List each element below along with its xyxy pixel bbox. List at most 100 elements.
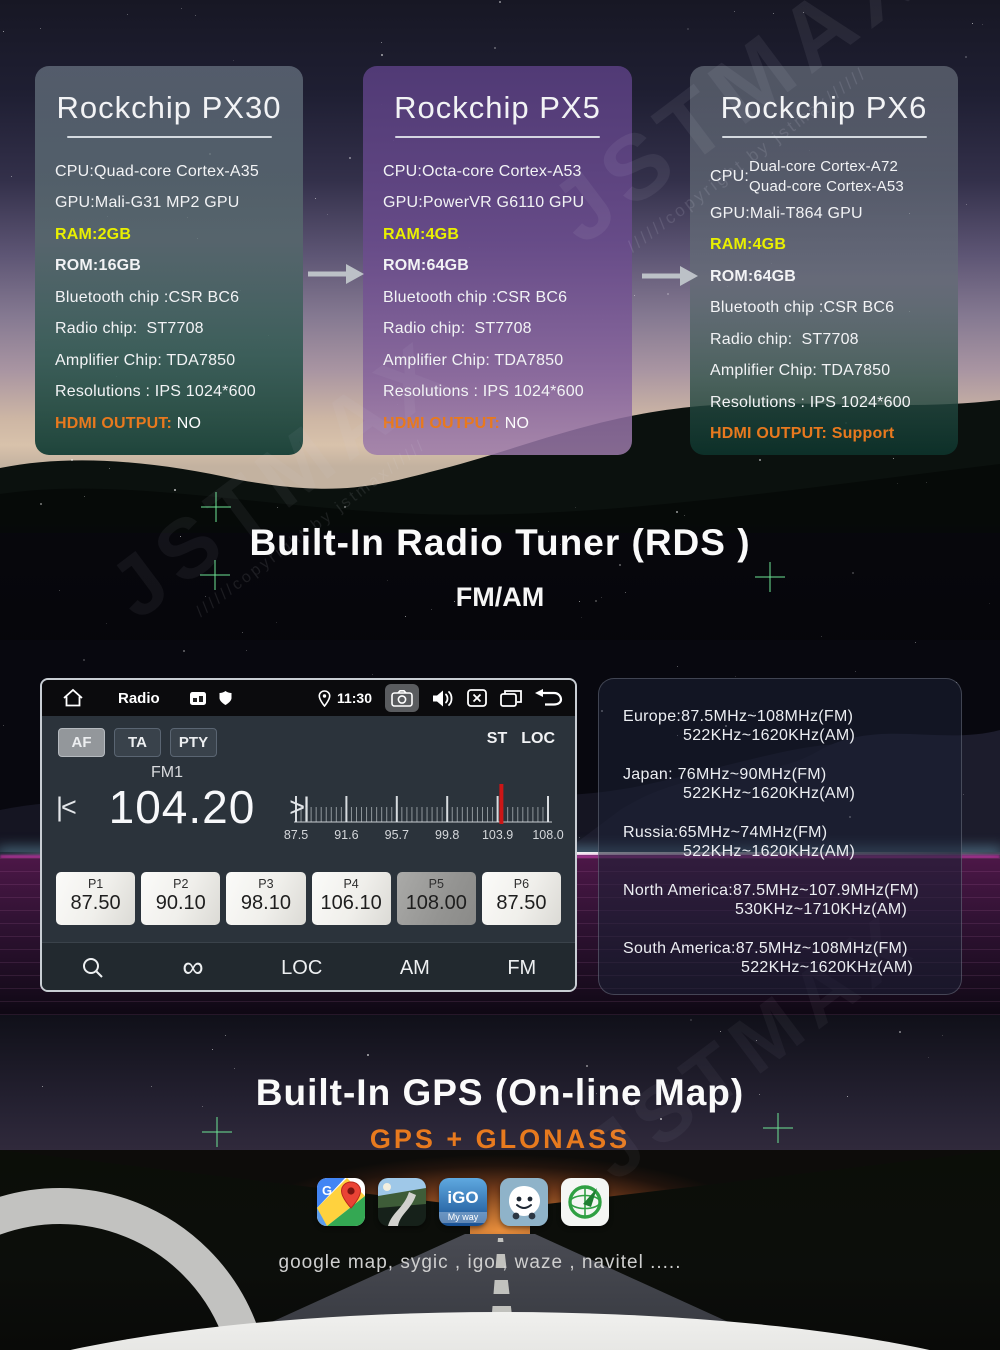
star (734, 11, 735, 12)
spec-label: Radio chip: (710, 331, 792, 349)
spec-value: 2GB (98, 226, 132, 244)
close-window-icon[interactable] (467, 689, 487, 707)
spec-label: Resolutions : (55, 383, 150, 401)
spec-label: ROM: (55, 257, 98, 275)
star (899, 1031, 901, 1033)
title-underline (67, 136, 272, 138)
spec-row: Radio chip: ST7708 (710, 324, 938, 356)
spec-label: Amplifier Chip: (55, 352, 162, 370)
region-fm-line: Europe:87.5MHz~108MHz(FM) (623, 707, 951, 726)
spec-row: Bluetooth chip : CSR BC6 (55, 282, 283, 314)
seek-down-button[interactable]: |< (56, 792, 75, 823)
preset-button-p3[interactable]: P3 98.10 (226, 872, 305, 925)
spec-value: 64GB (753, 268, 796, 286)
clock: 11:30 (337, 690, 372, 706)
spec-value: IPS 1024*600 (150, 383, 256, 401)
pty-button[interactable]: PTY (170, 728, 217, 757)
igo-icon[interactable]: iGO My way (439, 1178, 487, 1226)
arrow-right-icon (308, 264, 364, 284)
camera-icon[interactable] (385, 684, 419, 712)
spec-value: ST7708 (792, 331, 859, 349)
preset-frequency: 87.50 (482, 892, 561, 915)
region-am-line: 530KHz~1710KHz(AM) (735, 900, 951, 919)
am-button[interactable]: AM (400, 957, 430, 980)
waze-icon[interactable] (500, 1178, 548, 1226)
recent-apps-icon[interactable] (500, 689, 522, 707)
fm-button[interactable]: FM (507, 957, 536, 980)
spec-label: Radio chip: (55, 320, 137, 338)
spec-value: NO (172, 415, 201, 433)
star (372, 674, 373, 675)
chip-card-px6: Rockchip PX6 CPU: Dual-core Cortex-A72 Quad… (690, 66, 958, 455)
band-region: Japan: 76MHz~90MHz(FM) 522KHz~1620KHz(AM) (623, 765, 951, 803)
scale-tick-label: 99.8 (435, 828, 459, 842)
spec-value: 4GB (753, 236, 787, 254)
preset-frequency: 106.10 (312, 892, 391, 915)
preset-frequency: 87.50 (56, 892, 135, 915)
spec-row: ROM: 16GB (55, 251, 283, 283)
star (852, 572, 854, 574)
spec-label: Resolutions : (710, 394, 805, 412)
frequency-scale[interactable]: 87.5 91.6 95.7 99.8 103.9 108.0 (290, 778, 556, 844)
star (773, 13, 774, 14)
chip-title: Rockchip PX5 (383, 90, 612, 126)
spec-label: CPU: (383, 163, 422, 181)
radio-head-unit-screen: Radio 11:30 AF TA PTY ST LOC FM1 |< 104.… (40, 678, 577, 992)
spec-label: HDMI OUTPUT: (383, 415, 500, 433)
back-icon[interactable] (535, 689, 563, 707)
scale-tick-label: 103.9 (482, 828, 513, 842)
home-icon[interactable] (62, 688, 84, 708)
star (84, 496, 85, 497)
navitel-icon[interactable] (561, 1178, 609, 1226)
spec-label: ROM: (383, 257, 426, 275)
spec-label: HDMI OUTPUT: (55, 415, 172, 433)
stereo-indicator: ST (487, 730, 507, 748)
loc-button[interactable]: LOC (281, 957, 322, 980)
loop-icon[interactable]: ∞ (182, 958, 203, 978)
star (183, 650, 185, 652)
shield-icon (219, 691, 232, 705)
band-info-panel: Europe:87.5MHz~108MHz(FM) 522KHz~1620KHz(… (598, 678, 962, 995)
gps-section-title: Built-In GPS (On-line Map) (0, 1072, 1000, 1114)
region-am-line: 522KHz~1620KHz(AM) (683, 784, 951, 803)
arrow-right-icon (642, 266, 698, 286)
chip-card-px5: Rockchip PX5 CPU: Octa-core Cortex-A53 GPU:… (363, 66, 632, 455)
gallery-icon (190, 692, 206, 705)
spec-value: TDA7850 (490, 352, 563, 370)
star (234, 1068, 235, 1069)
spec-row: Amplifier Chip: TDA7850 (710, 356, 938, 388)
spec-label: ROM: (710, 268, 753, 286)
scale-tick-label: 91.6 (334, 828, 358, 842)
star (11, 176, 12, 177)
spec-row: GPU: PowerVR G6110 GPU (383, 188, 612, 220)
preset-button-p5[interactable]: P5 108.00 (397, 872, 476, 925)
spec-value: Quad-core Cortex-A35 (94, 163, 259, 181)
preset-button-p6[interactable]: P6 87.50 (482, 872, 561, 925)
af-button[interactable]: AF (58, 728, 105, 757)
region-fm-line: South America:87.5MHz~108MHz(FM) (623, 939, 951, 958)
stereo-local-indicators: ST LOC (487, 730, 555, 748)
spec-label: Resolutions : (383, 383, 478, 401)
star (195, 15, 196, 16)
spec-value: Mali-G31 MP2 GPU (95, 194, 240, 212)
search-icon[interactable] (81, 956, 105, 980)
star (687, 28, 689, 30)
spec-label: CPU: (55, 163, 94, 181)
star (71, 459, 73, 461)
preset-row: P1 87.50 P2 90.10 P3 98.10 P4 106.10 P5 108.00 P6 8… (56, 872, 561, 925)
volume-icon[interactable] (432, 689, 454, 708)
spec-label: Bluetooth chip : (710, 299, 824, 317)
spec-label: GPU: (710, 205, 750, 223)
spec-value: NO (500, 415, 529, 433)
preset-button-p2[interactable]: P2 90.10 (141, 872, 220, 925)
preset-button-p4[interactable]: P4 106.10 (312, 872, 391, 925)
spec-value: ST7708 (137, 320, 204, 338)
region-fm-line: Japan: 76MHz~90MHz(FM) (623, 765, 951, 784)
spec-label: Bluetooth chip : (55, 289, 169, 307)
star (315, 198, 316, 199)
sygic-icon[interactable] (378, 1178, 426, 1226)
spec-value: PowerVR G6110 GPU (423, 194, 584, 212)
preset-button-p1[interactable]: P1 87.50 (56, 872, 135, 925)
google-maps-icon[interactable]: G (317, 1178, 365, 1226)
ta-button[interactable]: TA (114, 728, 161, 757)
